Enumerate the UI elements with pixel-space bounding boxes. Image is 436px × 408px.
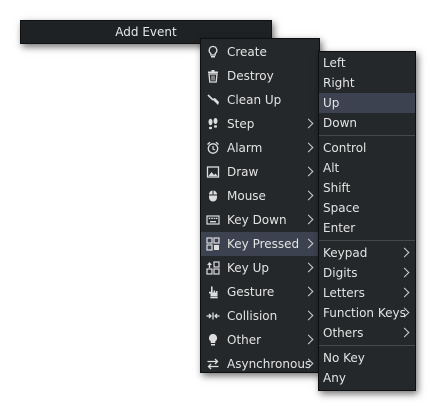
submenu-item-function-keys[interactable]: Function Keys <box>319 303 415 323</box>
submenu-item-control[interactable]: Control <box>319 138 415 158</box>
mouse-icon <box>205 188 221 204</box>
menu-separator <box>319 135 415 136</box>
chevron-right-icon <box>303 238 314 249</box>
submenu-item-label: No Key <box>323 351 365 365</box>
submenu-item-space[interactable]: Space <box>319 198 415 218</box>
menu-item-gesture[interactable]: Gesture <box>201 280 319 304</box>
menu-item-label: Mouse <box>227 189 266 203</box>
menu-item-step[interactable]: Step <box>201 112 319 136</box>
menu-item-label: Create <box>227 45 267 59</box>
submenu-item-label: Down <box>323 116 358 130</box>
chevron-right-icon <box>399 247 410 258</box>
submenu-item-any[interactable]: Any <box>319 368 415 388</box>
trash-icon <box>205 68 221 84</box>
lightbulb-icon <box>205 44 221 60</box>
chevron-right-icon <box>303 310 314 321</box>
menu-item-label: Draw <box>227 165 259 179</box>
submenu-item-right[interactable]: Right <box>319 73 415 93</box>
add-event-label: Add Event <box>115 25 177 39</box>
submenu-item-up[interactable]: Up <box>319 93 415 113</box>
chevron-right-icon <box>303 262 314 273</box>
submenu-item-label: Left <box>323 56 346 70</box>
chevron-right-icon <box>303 286 314 297</box>
menu-item-key-down[interactable]: Key Down <box>201 208 319 232</box>
chevron-right-icon <box>399 327 410 338</box>
chevron-right-icon <box>399 287 410 298</box>
keyboard-icon <box>205 212 221 228</box>
submenu-item-others[interactable]: Others <box>319 323 415 343</box>
swap-arrows-icon <box>205 356 221 372</box>
menu-separator <box>319 240 415 241</box>
submenu-item-enter[interactable]: Enter <box>319 218 415 238</box>
submenu-item-label: Letters <box>323 286 365 300</box>
menu-item-other[interactable]: Other <box>201 328 319 352</box>
menu-item-key-pressed[interactable]: Key Pressed <box>201 232 319 256</box>
submenu-item-label: Digits <box>323 266 358 280</box>
menu-item-asynchronous[interactable]: Asynchronous <box>201 352 319 376</box>
menu-item-create[interactable]: Create <box>201 40 319 64</box>
submenu-item-letters[interactable]: Letters <box>319 283 415 303</box>
menu-item-label: Collision <box>227 309 278 323</box>
chevron-right-icon <box>399 267 410 278</box>
menu-item-label: Other <box>227 333 262 347</box>
chevron-right-icon <box>303 118 314 129</box>
submenu-item-label: Control <box>323 141 367 155</box>
submenu-item-keypad[interactable]: Keypad <box>319 243 415 263</box>
submenu-item-label: Shift <box>323 181 351 195</box>
menu-item-mouse[interactable]: Mouse <box>201 184 319 208</box>
chevron-right-icon <box>303 214 314 225</box>
submenu-item-label: Right <box>323 76 355 90</box>
footprints-icon <box>205 116 221 132</box>
menu-separator <box>319 345 415 346</box>
key-pressed-submenu: Left Right Up Down Control Alt Shift Spa… <box>318 51 416 391</box>
menu-item-label: Key Up <box>227 261 269 275</box>
submenu-item-label: Any <box>323 371 346 385</box>
menu-item-label: Alarm <box>227 141 263 155</box>
key-pressed-icon <box>205 236 221 252</box>
menu-item-label: Clean Up <box>227 93 282 107</box>
alarm-clock-icon <box>205 140 221 156</box>
hand-pointer-icon <box>205 284 221 300</box>
submenu-item-label: Alt <box>323 161 340 175</box>
submenu-item-label: Others <box>323 326 364 340</box>
menu-item-destroy[interactable]: Destroy <box>201 64 319 88</box>
submenu-item-digits[interactable]: Digits <box>319 263 415 283</box>
submenu-item-label: Function Keys <box>323 306 406 320</box>
menu-item-label: Step <box>227 117 255 131</box>
submenu-item-alt[interactable]: Alt <box>319 158 415 178</box>
broom-icon <box>205 92 221 108</box>
lightbulb-filled-icon <box>205 332 221 348</box>
event-type-menu: Create Destroy Clean Up Step Alarm Draw … <box>200 38 320 373</box>
submenu-item-label: Keypad <box>323 246 368 260</box>
submenu-item-label: Enter <box>323 221 356 235</box>
menu-item-label: Key Pressed <box>227 237 300 251</box>
submenu-item-label: Up <box>323 96 340 110</box>
chevron-right-icon <box>303 334 314 345</box>
menu-item-clean-up[interactable]: Clean Up <box>201 88 319 112</box>
key-up-icon <box>205 260 221 276</box>
submenu-item-no-key[interactable]: No Key <box>319 348 415 368</box>
menu-item-draw[interactable]: Draw <box>201 160 319 184</box>
chevron-right-icon <box>303 190 314 201</box>
chevron-right-icon <box>303 142 314 153</box>
menu-item-label: Asynchronous <box>227 357 312 371</box>
picture-icon <box>205 164 221 180</box>
submenu-item-shift[interactable]: Shift <box>319 178 415 198</box>
menu-item-key-up[interactable]: Key Up <box>201 256 319 280</box>
menu-item-alarm[interactable]: Alarm <box>201 136 319 160</box>
submenu-item-label: Space <box>323 201 360 215</box>
collision-arrows-icon <box>205 308 221 324</box>
menu-item-label: Gesture <box>227 285 275 299</box>
chevron-right-icon <box>303 166 314 177</box>
submenu-item-left[interactable]: Left <box>319 53 415 73</box>
menu-item-label: Destroy <box>227 69 274 83</box>
submenu-item-down[interactable]: Down <box>319 113 415 133</box>
menu-item-collision[interactable]: Collision <box>201 304 319 328</box>
menu-item-label: Key Down <box>227 213 287 227</box>
